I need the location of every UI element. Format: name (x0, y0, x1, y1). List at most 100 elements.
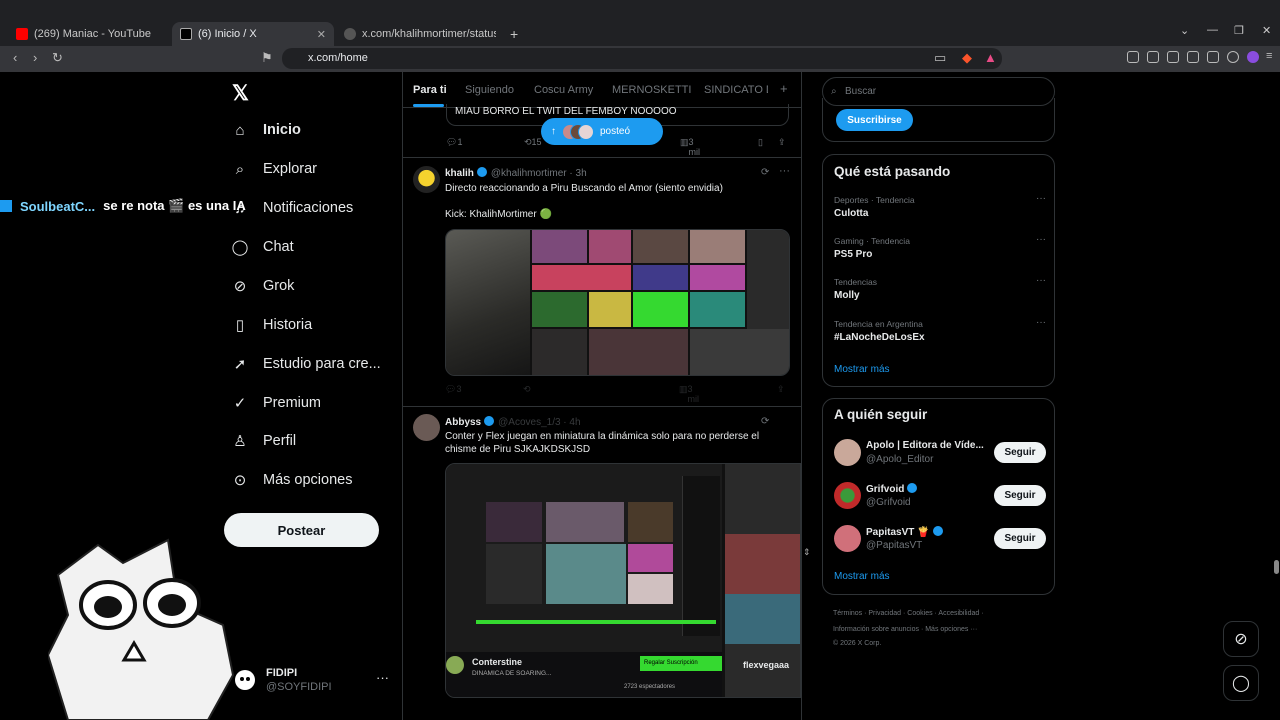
video-frame (628, 574, 673, 604)
trend-item[interactable]: Tendencias Molly ··· (834, 275, 1046, 301)
follow-suggestion[interactable]: Grifvoid @Grifvoid Seguir (834, 482, 1046, 510)
trend-item[interactable]: Deportes · Tendencia Culotta ··· (834, 193, 1046, 219)
nav-explorar[interactable]: ⌕ Explorar (231, 154, 317, 184)
share-icon[interactable]: ⇪ (777, 384, 785, 395)
grok-icon[interactable]: ⟳ (761, 416, 769, 427)
tab-mernosketti[interactable]: MERNOSKETTI (612, 84, 691, 96)
menu-icon[interactable]: ≡ (1266, 51, 1278, 63)
new-tab-button[interactable]: + (502, 22, 522, 46)
avatar[interactable] (413, 414, 440, 441)
more-icon[interactable]: ··· (376, 670, 389, 685)
follow-button[interactable]: Seguir (994, 485, 1046, 506)
nav-notificaciones[interactable]: ♫ Notificaciones (231, 193, 353, 223)
profile-icon[interactable] (1247, 51, 1259, 63)
footer-links[interactable]: Información sobre anuncios · Más opcione… (833, 626, 977, 633)
grok-icon: ⊘ (1234, 631, 1248, 648)
ai-icon[interactable] (1207, 51, 1219, 63)
more-icon[interactable]: ··· (1036, 234, 1046, 245)
grok-fab-button[interactable]: ⊘ (1223, 621, 1259, 657)
account-switcher[interactable]: FIDIPI @SOYFIDIPI ··· (232, 664, 392, 696)
trend-item[interactable]: Tendencia en Argentina #LaNocheDeLosEx ·… (834, 317, 1046, 343)
post-video[interactable] (445, 229, 790, 376)
video-frame (486, 502, 542, 542)
minimize-icon[interactable]: — (1207, 24, 1218, 36)
post-author[interactable]: khalih (445, 168, 474, 179)
verified-badge-icon (907, 483, 918, 493)
avatar[interactable] (834, 482, 861, 509)
follow-suggestion[interactable]: Apolo | Editora de Víde... @Apolo_Editor… (834, 439, 1046, 467)
follow-handle: @Apolo_Editor (866, 454, 934, 465)
tab-x-status[interactable]: x.com/khalihmortimer/status/20909 (336, 22, 496, 46)
add-list-button[interactable]: + (780, 81, 788, 96)
more-icon[interactable]: ··· (1036, 193, 1046, 204)
x-logo[interactable]: 𝕏 (232, 81, 249, 106)
forward-icon[interactable]: › (33, 50, 37, 65)
chat-icon: ◯ (1232, 675, 1250, 692)
avatar[interactable] (834, 525, 861, 552)
nav-perfil[interactable]: ♙ Perfil (231, 426, 296, 456)
avatar[interactable] (834, 439, 861, 466)
post-khalih[interactable]: khalih @khalihmortimer · 3h ⟳ ··· Directo… (403, 158, 801, 406)
follow-show-more[interactable]: Mostrar más (834, 571, 890, 582)
sidebar-icon[interactable] (1167, 51, 1179, 63)
views-button[interactable]: ▥ 3 mil (680, 137, 700, 157)
post-author[interactable]: Abbyss (445, 417, 481, 428)
avatar[interactable] (413, 166, 440, 193)
tab-coscu-army[interactable]: Coscu Army (534, 84, 593, 96)
share-icon[interactable]: ⇪ (778, 137, 786, 148)
bookmark-icon[interactable]: ▯ (758, 137, 763, 148)
footer-links[interactable]: Términos · Privacidad · Cookies · Accesi… (833, 610, 984, 617)
follow-suggestion[interactable]: PapitasVT 🍟 @PapitasVT Seguir (834, 525, 1046, 553)
subscribe-button[interactable]: Suscribirse (836, 109, 913, 131)
wallet-icon[interactable] (1187, 51, 1199, 63)
scrollbar-thumb[interactable] (1274, 560, 1279, 574)
nav-label: Más opciones (263, 472, 353, 488)
restore-icon[interactable]: ❐ (1234, 24, 1244, 37)
bookmark-icon[interactable]: ⚑ (261, 50, 273, 66)
media-icon[interactable] (1147, 51, 1159, 63)
chat-fab-button[interactable]: ◯ (1223, 665, 1259, 701)
reply-button[interactable]: 💬︎ 3 (445, 384, 461, 395)
grok-icon[interactable]: ⟳ (761, 167, 769, 178)
tab-sindicato[interactable]: SINDICATO D (704, 84, 768, 96)
close-window-icon[interactable]: ✕ (1262, 24, 1271, 37)
more-icon[interactable]: ··· (1036, 317, 1046, 328)
close-tab-icon[interactable]: ✕ (317, 28, 326, 41)
vpn-icon[interactable] (1227, 51, 1239, 63)
brave-shield-icon[interactable]: ◆ (962, 50, 972, 66)
post-text: Conter y Flex juegan en miniatura la din… (445, 431, 760, 455)
reload-icon[interactable]: ↻ (52, 50, 63, 66)
tab-list-icon[interactable]: ⌄ (1180, 24, 1189, 37)
nav-mas-opciones[interactable]: ⊙ Más opciones (231, 465, 353, 495)
more-icon[interactable]: ··· (1036, 275, 1046, 286)
video-frame (747, 230, 789, 329)
post-text-line2: Kick: KhalihMortimer 🟢 (445, 209, 552, 220)
cast-icon[interactable]: ▭ (934, 50, 946, 66)
trend-item[interactable]: Gaming · Tendencia PS5 Pro ··· (834, 234, 1046, 260)
repost-button[interactable]: ⟲ (523, 384, 531, 395)
post-video[interactable]: Conterstine DINAMICA DE SOARING... Regal… (445, 463, 801, 698)
post-abbyss[interactable]: Abbyss @Acoves_1/3 · 4h ⟳ Conter y Flex j… (403, 407, 801, 720)
reply-button[interactable]: 💬︎ 1 (446, 137, 462, 148)
repost-button[interactable]: ⟲ 15 (524, 137, 542, 148)
trends-show-more[interactable]: Mostrar más (834, 364, 890, 375)
nav-premium[interactable]: ✓ Premium (231, 388, 321, 418)
rewards-icon[interactable]: ▲ (984, 50, 997, 65)
nav-inicio[interactable]: ⌂ Inicio (231, 115, 300, 145)
nav-historia[interactable]: ▯ Historia (231, 310, 312, 340)
back-icon[interactable]: ‹ (13, 50, 17, 65)
nav-estudio[interactable]: ➚ Estudio para cre... (231, 349, 381, 379)
nav-grok[interactable]: ⊘ Grok (231, 271, 295, 301)
tab-siguiendo[interactable]: Siguiendo (465, 84, 514, 96)
tab-x-home[interactable]: (6) Inicio / X ✕ (172, 22, 334, 46)
post-button[interactable]: Postear (224, 513, 379, 547)
extensions-icon[interactable] (1127, 51, 1139, 63)
tab-youtube[interactable]: (269) Maniac - YouTube (8, 22, 168, 46)
views-button[interactable]: ▥ 3 mil (679, 384, 699, 404)
url-field[interactable]: x.com/home (282, 48, 1002, 69)
more-icon[interactable]: ··· (779, 165, 790, 177)
follow-button[interactable]: Seguir (994, 442, 1046, 463)
tab-para-ti[interactable]: Para ti (413, 84, 447, 96)
follow-button[interactable]: Seguir (994, 528, 1046, 549)
nav-chat[interactable]: ◯ Chat (231, 232, 294, 262)
